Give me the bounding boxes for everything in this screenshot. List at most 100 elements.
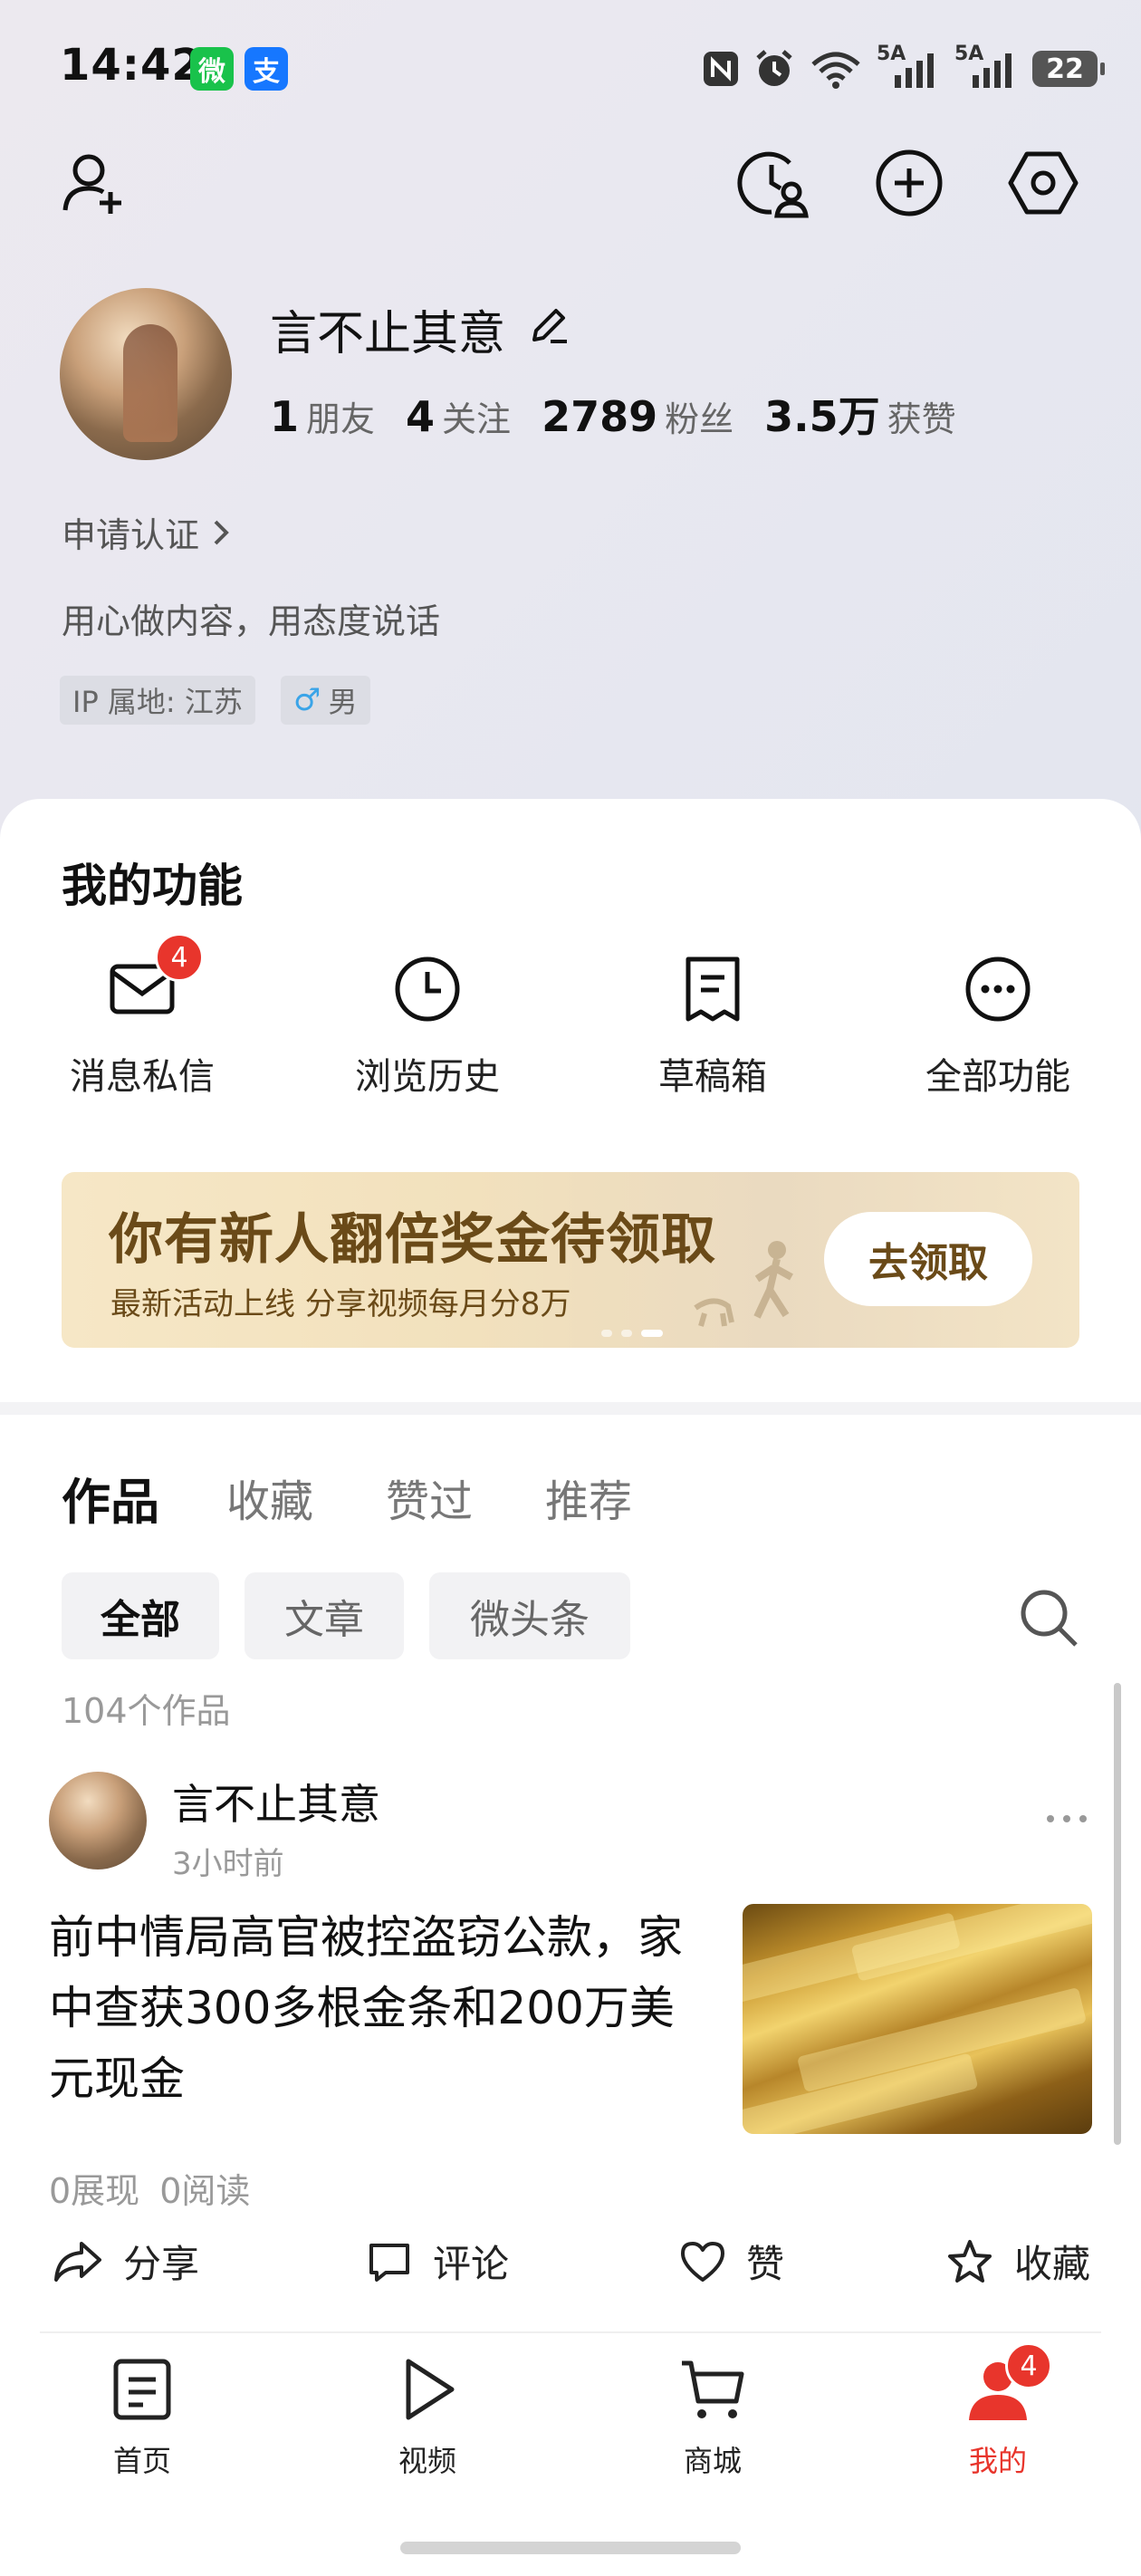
wechat-icon: 微 (190, 47, 234, 91)
tab-liked[interactable]: 赞过 (386, 1466, 473, 1529)
signal-icon-2: 5A (954, 43, 1020, 90)
post-views: 0展现 (49, 2171, 140, 2211)
tab-favorites[interactable]: 收藏 (226, 1466, 313, 1529)
nav-home[interactable]: 首页 (52, 2353, 233, 2480)
heart-icon (681, 2241, 724, 2282)
nav-me-badge: 4 (1005, 2342, 1052, 2389)
history-label: 浏览历史 (355, 1056, 500, 1098)
status-time: 14:42 (60, 40, 203, 91)
settings-hexagon-icon (1008, 151, 1079, 215)
following-count[interactable]: 4 (406, 392, 435, 441)
nav-home-label: 首页 (112, 2444, 171, 2478)
drafts-button[interactable]: 草稿箱 (604, 951, 821, 1100)
profile-bio: 用心做内容，用态度说话 (62, 601, 441, 641)
clock-icon (395, 956, 460, 1022)
cart-icon (682, 2360, 744, 2418)
comment-icon (369, 2243, 409, 2282)
bottom-navigation: 首页 视频 商城 4 我的 (0, 2335, 1141, 2576)
banner-subtitle: 最新活动上线 分享视频每月分8万 (110, 1286, 571, 1322)
all-functions-label: 全部功能 (925, 1056, 1070, 1098)
create-button[interactable] (871, 145, 947, 221)
banner-title: 你有新人翻倍奖金待领取 (109, 1208, 716, 1272)
signal-net-label: 5A (877, 43, 906, 65)
home-doc-icon (113, 2359, 171, 2420)
post-reads: 0阅读 (159, 2171, 251, 2211)
followers-count[interactable]: 2789 (542, 392, 657, 441)
pencil-icon (532, 309, 567, 343)
like-label: 赞 (746, 2242, 785, 2286)
star-icon (948, 2239, 992, 2283)
male-icon: ♂ (293, 682, 321, 718)
nav-mall[interactable]: 商城 (622, 2353, 803, 2480)
add-friend-button[interactable] (56, 145, 132, 221)
nfc-icon (704, 52, 738, 86)
post-title[interactable]: 前中情局高官被控盗窃公款，家中查获300多根金条和200万美元现金 (49, 1902, 719, 2114)
settings-button[interactable] (1005, 145, 1081, 221)
verification-label: 申请认证 (62, 515, 200, 555)
wifi-icon (811, 52, 860, 89)
banner-pagination (601, 1330, 663, 1337)
like-button[interactable]: 赞 (679, 2234, 784, 2289)
followers-label[interactable]: 粉丝 (665, 391, 734, 441)
following-label[interactable]: 关注 (442, 391, 511, 441)
post-metrics: 0展现 0阅读 (49, 2163, 250, 2213)
messages-button[interactable]: 4 消息私信 (34, 933, 251, 1100)
filter-all[interactable]: 全部 (62, 1572, 219, 1659)
more-dots-icon (1047, 1815, 1087, 1822)
nav-me[interactable]: 4 我的 (907, 2342, 1088, 2480)
banner-dot (621, 1330, 632, 1337)
post-author-avatar[interactable] (49, 1772, 147, 1870)
filter-micro-posts[interactable]: 微头条 (429, 1572, 630, 1659)
apply-verification-link[interactable]: 申请认证 (62, 507, 234, 557)
ip-location-text: IP 属地: 江苏 (72, 685, 243, 719)
ip-location-tag: IP 属地: 江苏 (60, 676, 255, 725)
status-bar: 14:42 微 支 5A 5A 22 (0, 33, 1141, 105)
favorite-button[interactable]: 收藏 (945, 2234, 1090, 2289)
search-button[interactable] (1014, 1583, 1083, 1652)
friends-count[interactable]: 1 (270, 392, 299, 441)
comment-label: 评论 (433, 2242, 510, 2286)
my-functions-title: 我的功能 (62, 860, 243, 912)
profile-stats: 1 朋友 4 关注 2789 粉丝 3.5万 获赞 (270, 384, 987, 444)
nav-mall-label: 商城 (683, 2444, 742, 2478)
comment-button[interactable]: 评论 (366, 2234, 509, 2289)
screen: 14:42 微 支 5A 5A 22 言不止其意 1 朋友 4 关注 2789 … (0, 0, 1141, 2576)
filter-articles[interactable]: 文章 (244, 1572, 404, 1659)
alarm-icon (756, 50, 792, 86)
share-label: 分享 (123, 2242, 200, 2286)
edit-profile-button[interactable] (527, 303, 570, 347)
home-indicator[interactable] (400, 2542, 741, 2554)
clock-user-icon (737, 151, 809, 218)
status-indicators: 5A 5A 22 (701, 43, 1105, 92)
claim-button[interactable]: 去领取 (824, 1212, 1032, 1306)
post-more-button[interactable] (1045, 1810, 1088, 1828)
tab-works[interactable]: 作品 (62, 1462, 159, 1533)
profile-avatar[interactable] (60, 288, 232, 460)
plus-circle-icon (876, 149, 943, 216)
gender-text: 男 (328, 685, 358, 719)
share-icon (54, 2241, 101, 2282)
nav-video[interactable]: 视频 (337, 2353, 518, 2480)
share-button[interactable]: 分享 (53, 2234, 199, 2289)
post-thumbnail-gold-bars[interactable] (743, 1904, 1092, 2134)
works-count: 104个作品 (62, 1691, 231, 1731)
signal-net-label-2: 5A (954, 43, 984, 65)
section-separator (0, 1402, 1141, 1415)
my-functions-card: 我的功能 4 消息私信 浏览历史 草稿箱 全部功能 你有新人翻倍奖金待领取 最新… (0, 799, 1141, 1406)
scrollbar[interactable] (1114, 1683, 1121, 2145)
favorite-label: 收藏 (1014, 2242, 1091, 2286)
profile-username: 言不止其意 (270, 307, 506, 361)
tab-recommended[interactable]: 推荐 (545, 1466, 632, 1529)
drafts-icon (686, 956, 740, 1022)
visitor-history-button[interactable] (735, 145, 811, 221)
all-functions-button[interactable]: 全部功能 (889, 951, 1107, 1100)
post-author-name[interactable]: 言不止其意 (172, 1772, 380, 1831)
promo-banner[interactable]: 你有新人翻倍奖金待领取 最新活动上线 分享视频每月分8万 去领取 (62, 1172, 1079, 1348)
battery-icon: 22 (1032, 51, 1105, 87)
search-icon (1021, 1590, 1078, 1647)
history-button[interactable]: 浏览历史 (319, 951, 536, 1100)
gender-tag: ♂ 男 (281, 676, 370, 725)
play-icon (406, 2359, 455, 2420)
friends-label[interactable]: 朋友 (306, 391, 375, 441)
chevron-right-icon (214, 520, 229, 544)
